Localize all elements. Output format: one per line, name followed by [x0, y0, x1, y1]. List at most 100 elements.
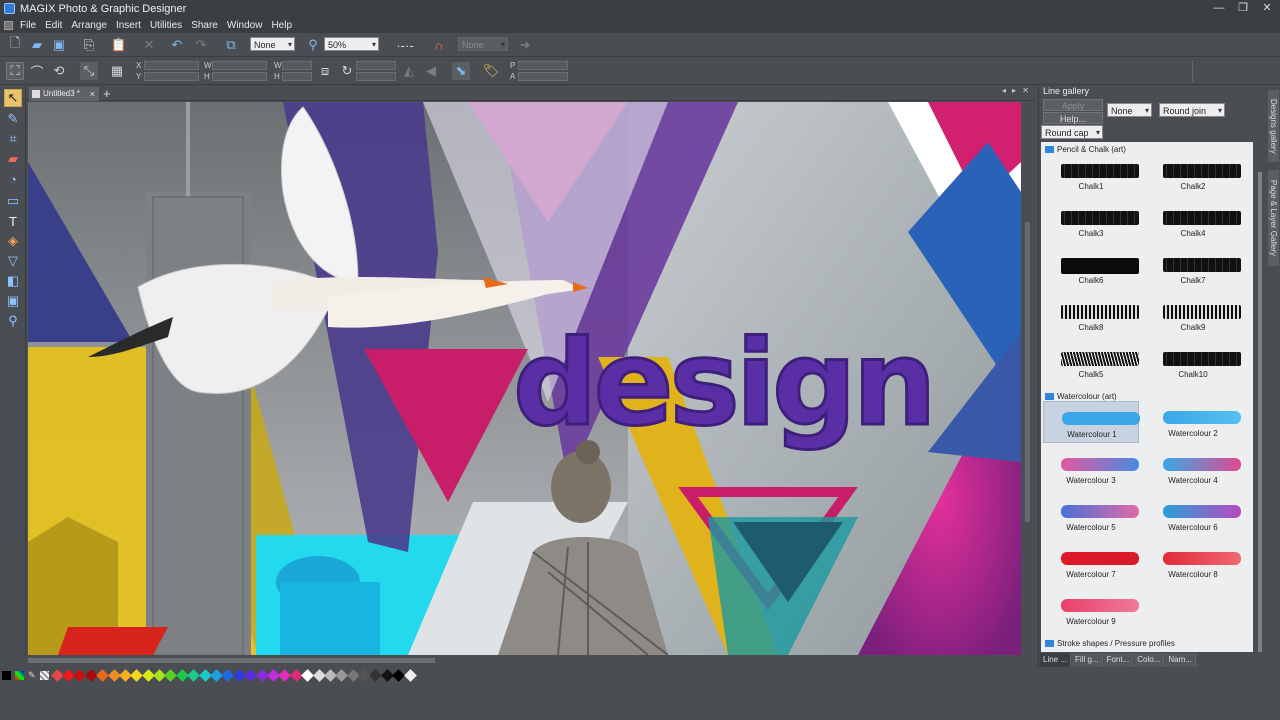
- line-gallery-item[interactable]: Watercolour 1: [1043, 401, 1140, 443]
- horizontal-scrollbar[interactable]: [28, 656, 1021, 665]
- line-gallery-item[interactable]: Chalk9: [1145, 295, 1241, 337]
- h2-field[interactable]: [282, 72, 312, 81]
- menu-help[interactable]: Help: [271, 20, 292, 31]
- line-gallery-item[interactable]: Chalk1: [1043, 154, 1139, 196]
- crop-tool-icon[interactable]: ⌗: [4, 130, 22, 148]
- transparent-swatch[interactable]: [39, 670, 49, 680]
- eyedropper-icon[interactable]: ✎: [28, 670, 36, 681]
- vertical-scroll-thumb[interactable]: [1025, 222, 1030, 522]
- line-gallery-item[interactable]: Chalk5: [1043, 342, 1139, 384]
- menu-arrange[interactable]: Arrange: [71, 20, 107, 31]
- rotate-field[interactable]: [356, 61, 396, 70]
- line-gallery-item[interactable]: Chalk4: [1145, 201, 1241, 243]
- copy-icon[interactable]: ⎘: [80, 36, 98, 54]
- rectangle-tool-icon[interactable]: ▭: [4, 192, 22, 210]
- color-editor-icon[interactable]: [15, 670, 24, 680]
- y-field[interactable]: [144, 72, 199, 81]
- menu-edit[interactable]: Edit: [45, 20, 62, 31]
- category-watercolour[interactable]: Watercolour (art): [1043, 392, 1117, 401]
- flip-horizontal-icon[interactable]: ◭: [400, 62, 418, 80]
- save-icon[interactable]: ▣: [50, 36, 68, 54]
- menu-insert[interactable]: Insert: [116, 20, 141, 31]
- maximize-icon[interactable]: ❐: [1236, 1, 1250, 14]
- close-icon[interactable]: ✕: [1260, 1, 1274, 14]
- document-canvas[interactable]: design: [28, 102, 1021, 655]
- line-gallery-item[interactable]: Chalk2: [1145, 154, 1241, 196]
- eraser-tool-icon[interactable]: ▰: [4, 150, 22, 168]
- lock-aspect-icon[interactable]: ⧈: [316, 62, 334, 80]
- line-gallery-item[interactable]: Chalk7: [1145, 248, 1241, 290]
- new-document-icon[interactable]: 🗋: [6, 35, 24, 54]
- pointer-mode-icon[interactable]: ⬊: [452, 62, 470, 80]
- flip-vertical-icon[interactable]: ◀: [422, 62, 440, 80]
- category-stroke-shapes[interactable]: Stroke shapes / Pressure profiles: [1043, 639, 1175, 648]
- fill-tool-icon[interactable]: ◈: [4, 232, 22, 250]
- forward-arrow-icon[interactable]: ➜: [516, 36, 534, 54]
- line-gallery-item[interactable]: Chalk8: [1043, 295, 1139, 337]
- document-tab[interactable]: Untitled3 * ×: [29, 87, 99, 101]
- w2-field[interactable]: [282, 61, 312, 70]
- curve-icon[interactable]: ⌒: [28, 62, 46, 80]
- shape-editor-icon[interactable]: ◔: [4, 170, 22, 188]
- minimize-icon[interactable]: —: [1212, 1, 1226, 14]
- tab-fill-gallery[interactable]: Fill g...: [1072, 653, 1103, 667]
- line-gallery-item[interactable]: Watercolour 3: [1043, 448, 1139, 490]
- line-gallery-item[interactable]: Watercolour 4: [1145, 448, 1241, 490]
- p-field[interactable]: [518, 61, 568, 70]
- tab-line-gallery[interactable]: Line ...: [1040, 653, 1072, 667]
- vertical-scrollbar[interactable]: [1023, 102, 1033, 655]
- pen-tool-icon[interactable]: ✎: [4, 110, 22, 128]
- h-field[interactable]: [212, 72, 267, 81]
- color-swatch[interactable]: [403, 668, 417, 682]
- transform-handles-icon[interactable]: ⤡: [80, 62, 98, 80]
- apply-button[interactable]: Apply: [1043, 99, 1103, 111]
- tab-designs-gallery[interactable]: Designs gallery: [1268, 90, 1279, 162]
- line-gallery-item[interactable]: Watercolour 6: [1145, 495, 1241, 537]
- line-gallery-item[interactable]: Watercolour 7: [1043, 542, 1139, 584]
- join-style-select[interactable]: Round join: [1159, 103, 1225, 118]
- tab-colour-gallery[interactable]: Colo...: [1134, 653, 1165, 667]
- fill-rotate-icon[interactable]: ⟲: [50, 62, 68, 80]
- line-gallery-item[interactable]: Chalk6: [1043, 248, 1139, 290]
- zoom-icon[interactable]: ⚲: [304, 36, 322, 54]
- menu-file[interactable]: File: [20, 20, 36, 31]
- quality-select[interactable]: None: [250, 37, 295, 52]
- snap-magnet-icon[interactable]: ∩: [430, 36, 448, 54]
- line-width-icon[interactable]: ·-·-: [390, 36, 420, 54]
- close-tab-icon[interactable]: ×: [90, 87, 95, 101]
- tag-icon[interactable]: 🏷: [482, 62, 500, 80]
- tab-font-gallery[interactable]: Font...: [1103, 653, 1134, 667]
- line-gallery-item[interactable]: Chalk3: [1043, 201, 1139, 243]
- arrowhead-select[interactable]: None: [1107, 103, 1152, 118]
- horizontal-scroll-thumb[interactable]: [28, 658, 435, 663]
- selector-tool-icon[interactable]: ↖: [4, 89, 22, 107]
- headline-design[interactable]: design: [512, 313, 939, 454]
- undo-icon[interactable]: ↶: [168, 36, 186, 54]
- shadow-tool-icon[interactable]: ◧: [4, 272, 22, 290]
- a-field[interactable]: [518, 72, 568, 81]
- menu-window[interactable]: Window: [227, 20, 263, 31]
- rotate-icon[interactable]: ↻: [338, 62, 356, 80]
- w-field[interactable]: [212, 61, 267, 70]
- paste-icon[interactable]: 📋: [110, 36, 128, 54]
- line-gallery-item[interactable]: Watercolour 2: [1145, 401, 1241, 443]
- selector-mode-icon[interactable]: ⛶: [6, 62, 24, 80]
- open-folder-icon[interactable]: ▰: [28, 36, 46, 54]
- transparency-tool-icon[interactable]: ▽: [4, 252, 22, 270]
- mould-tool-icon[interactable]: ▣: [4, 292, 22, 310]
- menu-share[interactable]: Share: [191, 20, 218, 31]
- x-field[interactable]: [144, 61, 199, 70]
- zoom-tool-icon[interactable]: ⚲: [4, 312, 22, 330]
- gallery-scroll-thumb[interactable]: [1258, 172, 1262, 652]
- tab-page-layer-gallery[interactable]: Page & Layer Gallery: [1268, 170, 1279, 266]
- grid-icon[interactable]: ▦: [108, 62, 126, 80]
- line-gallery-item[interactable]: Watercolour 5: [1043, 495, 1139, 537]
- cap-style-select[interactable]: Round cap: [1041, 125, 1103, 140]
- line-gallery-item[interactable]: Chalk10: [1145, 342, 1241, 384]
- zoom-select[interactable]: 50%: [324, 37, 379, 52]
- shear-field[interactable]: [356, 72, 396, 81]
- line-gallery-item[interactable]: Watercolour 8: [1145, 542, 1241, 584]
- document-nav-icons[interactable]: ◂ ▸ ✕: [1002, 86, 1031, 95]
- gallery-scrollbar[interactable]: [1256, 142, 1264, 652]
- help-button[interactable]: Help...: [1043, 112, 1103, 124]
